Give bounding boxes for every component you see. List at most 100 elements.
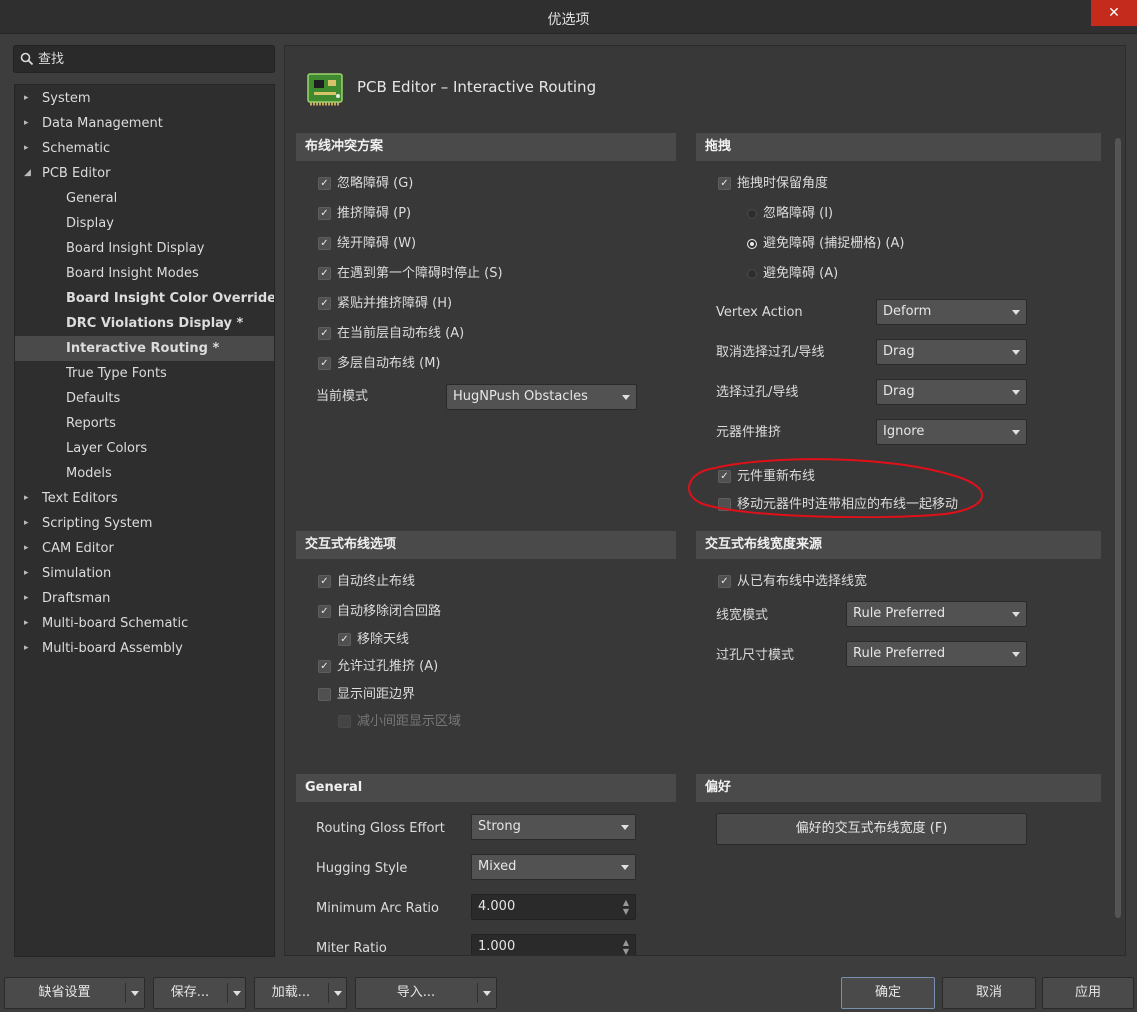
tree-item[interactable]: True Type Fonts [15, 361, 274, 386]
preferences-tree[interactable]: ▸ System ▸ Data Management ▸ Schematic ◢ PCB Ed… [14, 84, 275, 957]
save-dropdown-arrow[interactable] [228, 978, 245, 1008]
spinner-down-icon[interactable]: ▼ [623, 948, 629, 956]
tree-item[interactable]: Board Insight Color Overrides * [15, 286, 274, 311]
field-dropdown[interactable]: Rule Preferred [846, 601, 1027, 627]
field-dropdown[interactable]: Strong [471, 814, 636, 840]
title-bar: 优选项 ✕ [0, 0, 1137, 34]
tree-item[interactable]: Display [15, 211, 274, 236]
scrollbar-thumb[interactable] [1115, 138, 1121, 918]
chevron-right-icon[interactable]: ▸ [24, 486, 29, 511]
tree-item[interactable]: ▸ Scripting System [15, 511, 274, 536]
current-mode-dropdown[interactable]: HugNPush Obstacles [446, 384, 637, 410]
tree-item[interactable]: Defaults [15, 386, 274, 411]
search-icon [20, 52, 34, 66]
checkbox-box [338, 715, 351, 728]
tree-item[interactable]: Models [15, 461, 274, 486]
field-dropdown[interactable]: Mixed [471, 854, 636, 880]
radio-dot [747, 239, 757, 249]
chevron-right-icon[interactable]: ▸ [24, 611, 29, 636]
chevron-right-icon[interactable]: ▸ [24, 586, 29, 611]
ok-button[interactable]: 确定 [841, 977, 935, 1009]
tree-item[interactable]: Reports [15, 411, 274, 436]
chevron-right-icon[interactable]: ▸ [24, 636, 29, 661]
tree-item[interactable]: ▸ Data Management [15, 111, 274, 136]
field-dropdown[interactable]: Drag [876, 339, 1027, 365]
defaults-button[interactable]: 缺省设置 [5, 978, 124, 1008]
tree-item-label: Text Editors [42, 491, 118, 506]
tree-item-label: Interactive Routing * [66, 341, 220, 356]
tree-item[interactable]: Board Insight Modes [15, 261, 274, 286]
chevron-right-icon[interactable]: ▸ [24, 511, 29, 536]
save-button[interactable]: 保存... [154, 978, 226, 1008]
preferred-width-button[interactable]: 偏好的交互式布线宽度 (F) [716, 813, 1027, 845]
close-button[interactable]: ✕ [1091, 0, 1137, 26]
tree-item[interactable]: ◢ PCB Editor [15, 161, 274, 186]
tree-item-label: PCB Editor [42, 166, 111, 181]
defaults-dropdown-arrow[interactable] [126, 978, 144, 1008]
radio-label: 避免障碍 (A) [763, 266, 839, 281]
apply-button[interactable]: 应用 [1042, 977, 1134, 1009]
tree-item[interactable]: General [15, 186, 274, 211]
option-label: 自动移除闭合回路 [337, 604, 442, 619]
tree-item[interactable]: Layer Colors [15, 436, 274, 461]
chevron-right-icon[interactable]: ▸ [24, 136, 29, 161]
spinner-down-icon[interactable]: ▼ [623, 908, 629, 916]
spinner-up-icon[interactable]: ▲ [623, 939, 629, 947]
current-mode-label: 当前模式 [316, 389, 369, 404]
option-label: 多层自动布线 (M) [337, 356, 441, 371]
radio-dot [747, 269, 757, 279]
search-box[interactable] [13, 45, 275, 73]
tree-item[interactable]: Interactive Routing * [15, 336, 274, 361]
import-button[interactable]: 导入... [356, 978, 476, 1008]
chevron-right-icon[interactable]: ▸ [24, 111, 29, 136]
vertical-scrollbar[interactable] [1114, 134, 1122, 952]
tree-item-label: Display [66, 216, 114, 231]
checkbox-box: ✓ [318, 297, 331, 310]
routing-conflict-header: 布线冲突方案 [296, 133, 676, 161]
chevron-down-icon [621, 865, 629, 870]
current-mode-value: HugNPush Obstacles [453, 389, 588, 404]
field-label: 元器件推挤 [716, 425, 782, 440]
search-input[interactable] [38, 49, 268, 69]
chevron-expanded-icon[interactable]: ◢ [24, 161, 31, 186]
field-dropdown[interactable]: Rule Preferred [846, 641, 1027, 667]
tree-item[interactable]: ▸ Draftsman [15, 586, 274, 611]
chevron-right-icon[interactable]: ▸ [24, 561, 29, 586]
numeric-spinner[interactable]: 4.000 ▲ ▼ [471, 894, 636, 920]
load-button[interactable]: 加载... [255, 978, 327, 1008]
tree-item-label: DRC Violations Display * [66, 316, 244, 331]
load-split-button[interactable]: 加载... [254, 977, 347, 1009]
tree-item[interactable]: ▸ CAM Editor [15, 536, 274, 561]
tree-item[interactable]: DRC Violations Display * [15, 311, 274, 336]
checkbox-box: ✓ [318, 357, 331, 370]
tree-item[interactable]: ▸ Schematic [15, 136, 274, 161]
spinner-up-icon[interactable]: ▲ [623, 899, 629, 907]
load-dropdown-arrow[interactable] [329, 978, 346, 1008]
tree-item[interactable]: ▸ Multi-board Assembly [15, 636, 274, 661]
import-split-button[interactable]: 导入... [355, 977, 497, 1009]
tree-item[interactable]: ▸ Simulation [15, 561, 274, 586]
field-dropdown[interactable]: Ignore [876, 419, 1027, 445]
field-dropdown[interactable]: Drag [876, 379, 1027, 405]
tree-item-label: CAM Editor [42, 541, 114, 556]
field-dropdown[interactable]: Deform [876, 299, 1027, 325]
import-dropdown-arrow[interactable] [478, 978, 496, 1008]
cancel-button[interactable]: 取消 [942, 977, 1036, 1009]
save-split-button[interactable]: 保存... [153, 977, 246, 1009]
numeric-spinner[interactable]: 1.000 ▲ ▼ [471, 934, 636, 956]
chevron-right-icon[interactable]: ▸ [24, 86, 29, 111]
pcb-board-icon [307, 73, 343, 106]
tree-item[interactable]: ▸ Text Editors [15, 486, 274, 511]
defaults-split-button[interactable]: 缺省设置 [4, 977, 145, 1009]
tree-item[interactable]: ▸ System [15, 86, 274, 111]
chevron-down-icon [334, 991, 342, 996]
tree-item-label: Scripting System [42, 516, 153, 531]
tree-item-label: Layer Colors [66, 441, 148, 456]
option-label: 允许过孔推挤 (A) [337, 659, 439, 674]
chevron-right-icon[interactable]: ▸ [24, 536, 29, 561]
field-value: Ignore [883, 424, 925, 439]
tree-item[interactable]: Board Insight Display [15, 236, 274, 261]
chevron-down-icon [483, 991, 491, 996]
tree-item[interactable]: ▸ Multi-board Schematic [15, 611, 274, 636]
tree-item-label: Simulation [42, 566, 112, 581]
